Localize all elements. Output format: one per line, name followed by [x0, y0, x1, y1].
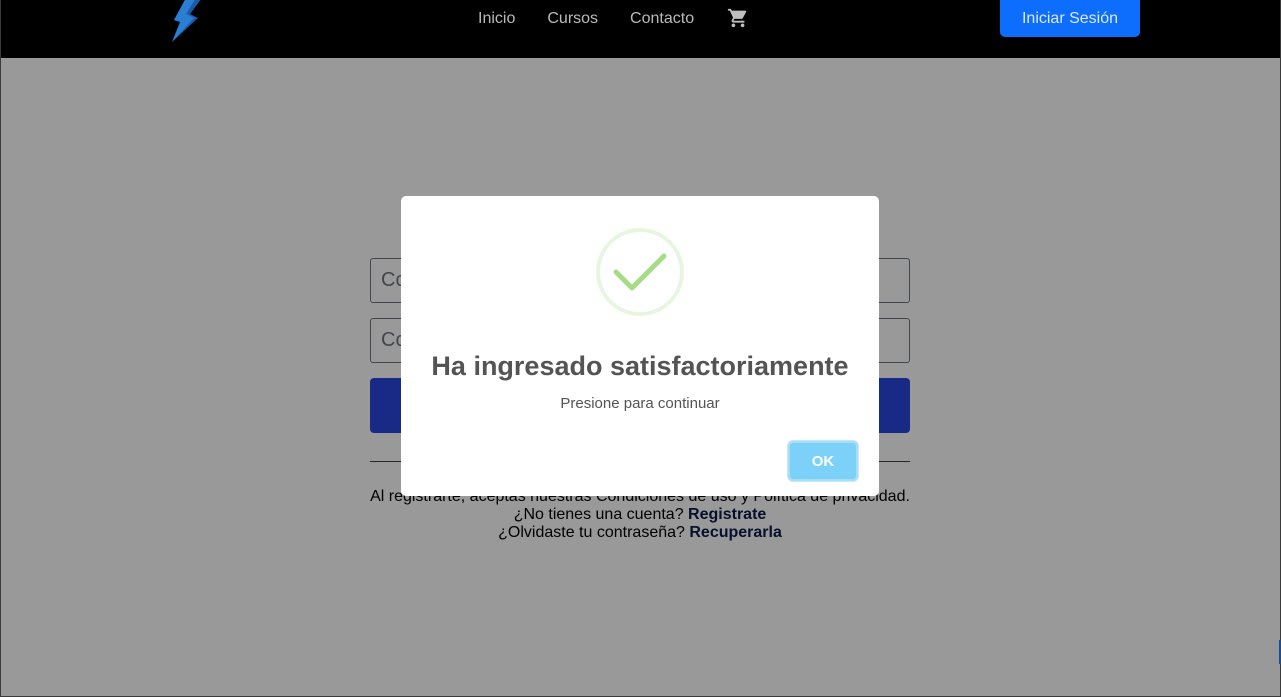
shopping-cart-icon[interactable] [727, 7, 749, 29]
nav-links: Inicio Cursos Contacto [478, 0, 749, 38]
nav-link-inicio[interactable]: Inicio [478, 10, 515, 28]
login-button[interactable]: Iniciar Sesión [1000, 0, 1140, 37]
lightning-bolt-logo[interactable] [166, 0, 204, 44]
modal-text: Presione para continuar [560, 395, 720, 412]
ok-button[interactable]: OK [788, 441, 858, 481]
window-border-left [0, 0, 1, 697]
top-navbar: Inicio Cursos Contacto Iniciar Sesión [0, 0, 1281, 58]
success-check-icon [596, 228, 684, 316]
success-modal: Ha ingresado satisfactoriamente Presione… [401, 196, 879, 496]
nav-link-cursos[interactable]: Cursos [547, 10, 598, 28]
nav-link-contacto[interactable]: Contacto [630, 10, 694, 28]
page: Inicio Cursos Contacto Iniciar Sesión Al… [0, 0, 1281, 697]
modal-title: Ha ingresado satisfactoriamente [431, 351, 849, 381]
